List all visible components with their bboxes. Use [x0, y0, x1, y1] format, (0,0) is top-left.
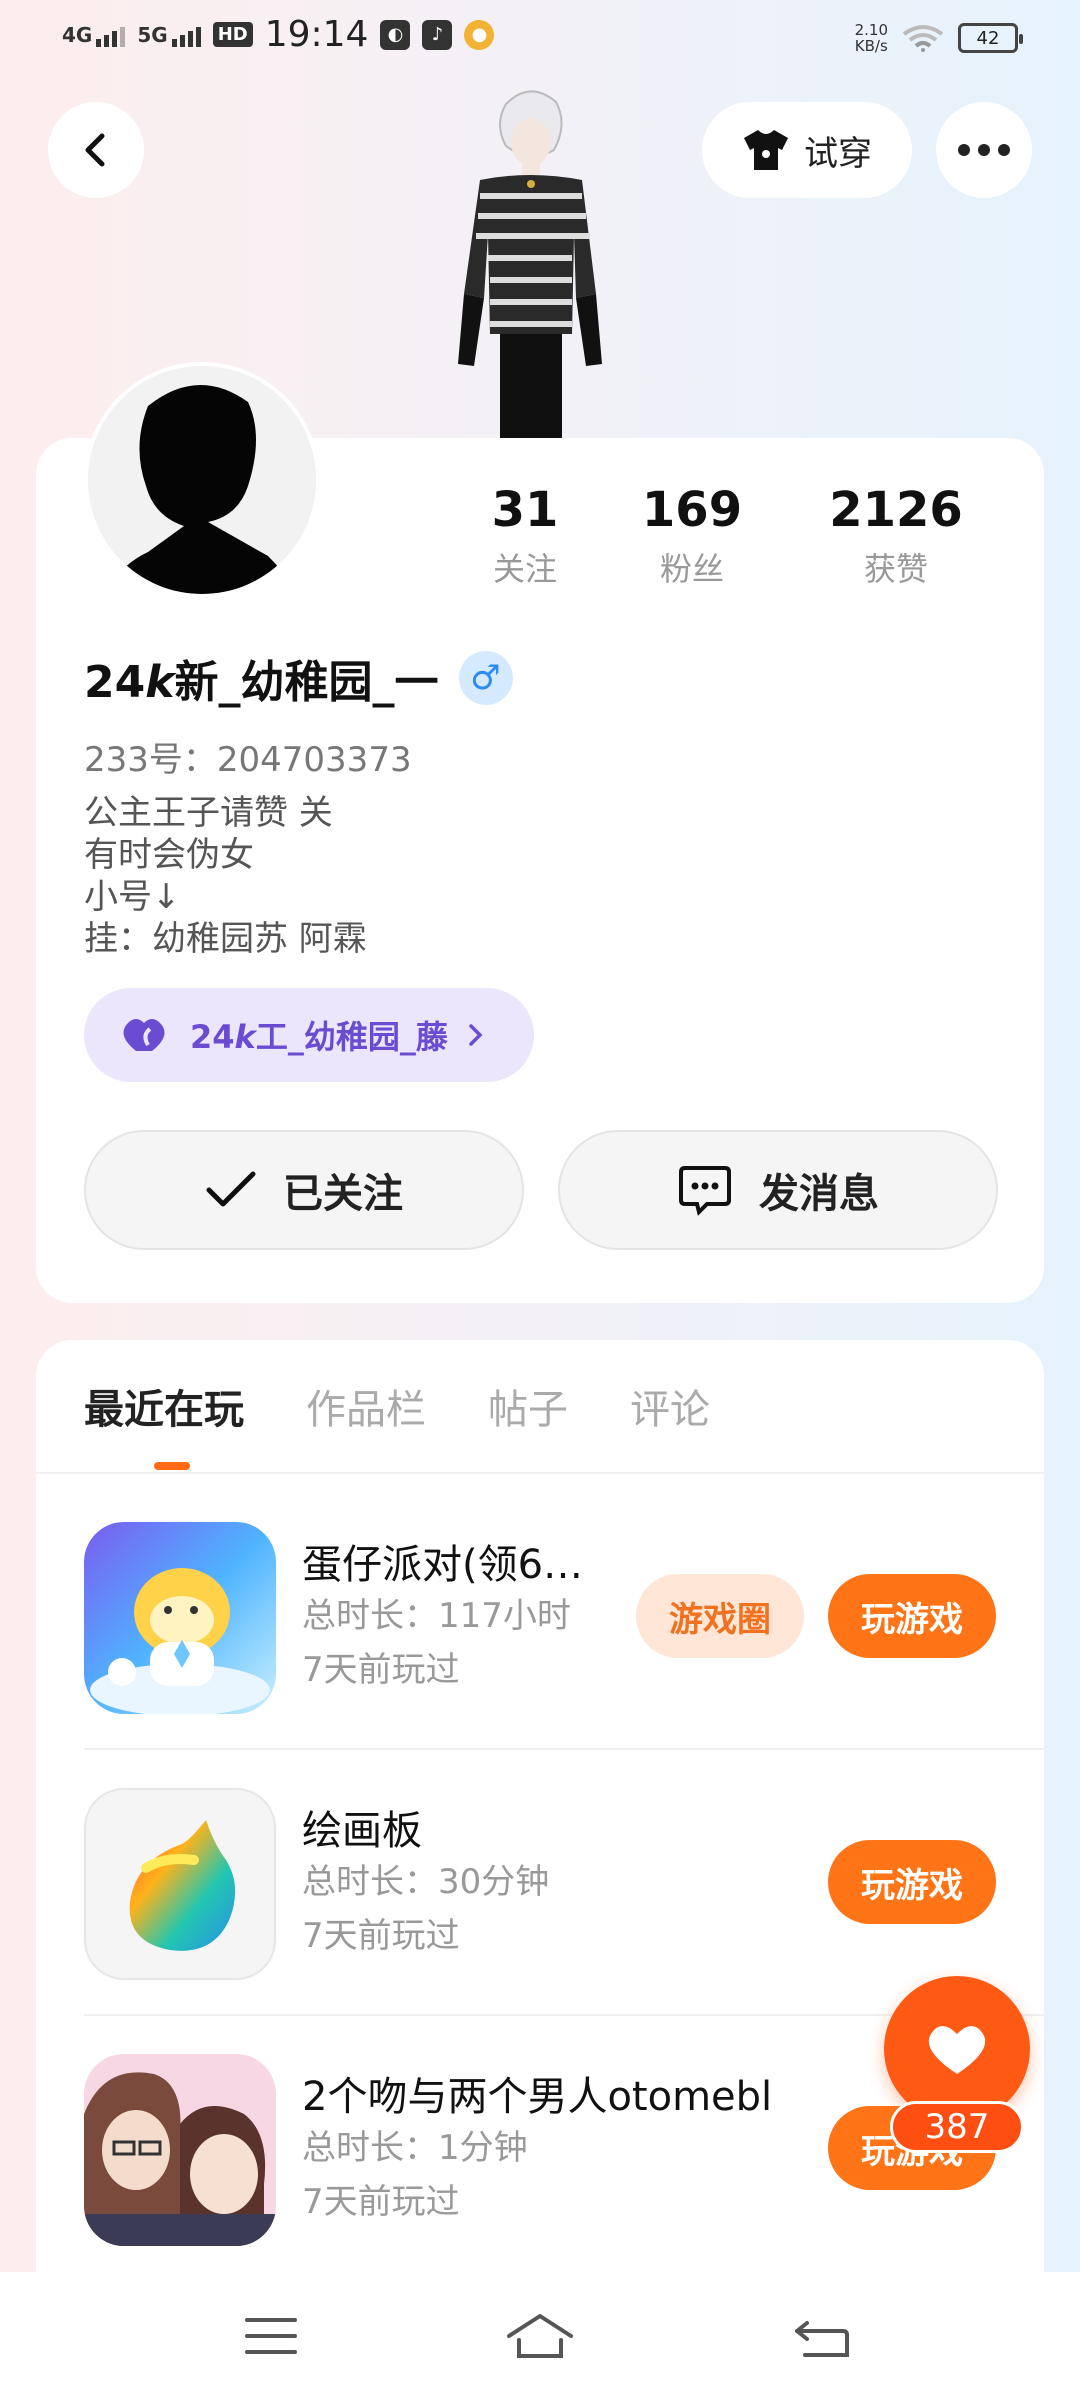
system-navigation-bar [0, 2272, 1080, 2400]
network-4g-label: 4G [62, 22, 93, 47]
play-game-button[interactable]: 玩游戏 [828, 1840, 996, 1924]
followed-label: 已关注 [283, 1171, 403, 1217]
menu-icon [245, 2318, 297, 2354]
game-last-played: 7天前玩过 [302, 2182, 460, 2222]
male-gender-icon: ♂ [458, 651, 513, 705]
game-duration: 总时长：30分钟 [302, 1862, 550, 1902]
tshirt-icon [744, 130, 788, 170]
battery-icon: 42 [958, 23, 1023, 53]
eggy-party-artwork [84, 1522, 276, 1714]
paint-drop-icon [129, 1820, 236, 1951]
more-dot-icon [978, 144, 990, 156]
game-last-played: 7天前玩过 [302, 1916, 460, 1956]
stat-likes-label: 获赞 [863, 550, 928, 588]
otome-game-icon[interactable] [84, 2054, 276, 2246]
game-duration: 总时长：1分钟 [302, 2128, 528, 2168]
game-last-played: 7天前玩过 [302, 1650, 460, 1690]
nav-back-button[interactable] [788, 2306, 858, 2366]
stat-followers-count: 169 [641, 482, 743, 538]
network-speed: 2.10 KB/s [855, 22, 888, 54]
back-button[interactable] [48, 102, 144, 198]
stat-following[interactable]: 31 关注 [460, 482, 590, 590]
game-title: 绘画板 [302, 1808, 422, 1854]
network-4g-indicator: 4G [62, 22, 126, 47]
profile-stats: 31 关注 169 粉丝 2126 获赞 [460, 482, 1020, 590]
stat-followers[interactable]: 169 粉丝 [590, 482, 794, 590]
bio-line: 小号↓ [84, 877, 181, 917]
username-row: 24𝙠新_幼稚园_一 ♂ [84, 646, 513, 710]
nav-home-button[interactable] [505, 2306, 575, 2366]
bio: 公主王子请赞 关 有时会伪女 小号↓ 挂：幼稚园苏 阿霖 [84, 792, 367, 960]
tabs-divider [36, 1472, 1044, 1474]
eggy-party-game-icon[interactable] [84, 1522, 276, 1714]
wifi-icon [902, 25, 944, 52]
avatar-silhouette-image [88, 366, 316, 594]
try-on-label: 试穿 [804, 133, 872, 174]
followed-button[interactable]: 已关注 [84, 1130, 524, 1250]
stat-following-count: 31 [491, 482, 559, 538]
username: 24𝙠新_幼稚园_一 [84, 657, 439, 708]
chevron-right-icon [469, 1024, 483, 1046]
heart-icon [928, 2026, 986, 2074]
signal-bars-icon [96, 25, 126, 47]
send-message-label: 发消息 [759, 1171, 879, 1217]
try-on-button[interactable]: 试穿 [702, 102, 912, 198]
clock: 19:14 [264, 14, 369, 55]
network-5g-label: 5G [137, 22, 168, 47]
battery-level: 42 [976, 27, 1000, 49]
send-message-button[interactable]: 发消息 [558, 1130, 998, 1250]
tab-posts[interactable]: 帖子 [488, 1378, 568, 1442]
more-dot-icon [958, 144, 970, 156]
chat-bubble-icon [679, 1166, 731, 1216]
home-icon [507, 2314, 573, 2358]
signal-bars-icon [171, 25, 201, 47]
hd-voice-badge: HD [212, 22, 253, 47]
dressup-avatar-figure [458, 90, 602, 440]
profile-avatar[interactable] [84, 362, 320, 598]
stat-following-label: 关注 [492, 550, 557, 588]
couple-name: 24𝙠工_幼稚园_藤 [190, 1018, 448, 1056]
drawing-board-game-icon[interactable] [84, 1788, 276, 1980]
network-5g-indicator: 5G [137, 22, 201, 47]
return-icon [795, 2321, 849, 2357]
otome-game-artwork [84, 2054, 276, 2246]
stat-followers-label: 粉丝 [659, 550, 724, 588]
play-game-button[interactable]: 玩游戏 [828, 1574, 996, 1658]
user-id[interactable]: 233号：204703373 [84, 732, 412, 781]
profile-tabs: 最近在玩 作品栏 帖子 评论 [84, 1378, 710, 1470]
bio-line: 有时会伪女 [84, 835, 254, 875]
bio-line: 公主王子请赞 关 [84, 793, 333, 833]
game-title: 2个吻与两个男人otomebl [302, 2074, 773, 2120]
couple-link-pill[interactable]: 24𝙠工_幼稚园_藤 [84, 988, 534, 1082]
heart-couple-icon [123, 1019, 165, 1051]
tab-comments[interactable]: 评论 [630, 1378, 710, 1442]
nav-menu-button[interactable] [236, 2306, 306, 2366]
game-duration: 总时长：117小时 [302, 1596, 571, 1636]
checkmark-icon [206, 1171, 256, 1207]
network-speed-value: 2.10 [854, 21, 888, 39]
game-title: 蛋仔派对(领6… [302, 1542, 584, 1588]
status-bar: 4G 5G HD 19:14 ◐ ♪ ● 2.10 KB/s 42 [0, 0, 1080, 80]
tab-works[interactable]: 作品栏 [306, 1378, 426, 1442]
game-circle-button[interactable]: 游戏圈 [636, 1574, 804, 1658]
stat-likes-count: 2126 [829, 482, 963, 538]
tab-recently-played[interactable]: 最近在玩 [84, 1378, 244, 1470]
like-count-badge: 387 [890, 2101, 1024, 2153]
more-dot-icon [998, 144, 1010, 156]
tiktok-icon: ♪ [422, 19, 453, 50]
more-options-button[interactable] [936, 102, 1032, 198]
back-arrow-icon [85, 133, 105, 167]
monkey-app-icon: ● [464, 19, 495, 50]
network-speed-unit: KB/s [854, 37, 888, 55]
game-list-item[interactable]: 蛋仔派对(领6… 总时长：117小时 7天前玩过 游戏圈 玩游戏 [84, 1484, 1044, 1750]
game-list-item[interactable]: 绘画板 总时长：30分钟 7天前玩过 玩游戏 [84, 1750, 1044, 2016]
leaf-app-icon: ◐ [380, 19, 411, 50]
bio-line: 挂：幼稚园苏 阿霖 [84, 919, 367, 959]
stat-likes[interactable]: 2126 获赞 [794, 482, 998, 590]
